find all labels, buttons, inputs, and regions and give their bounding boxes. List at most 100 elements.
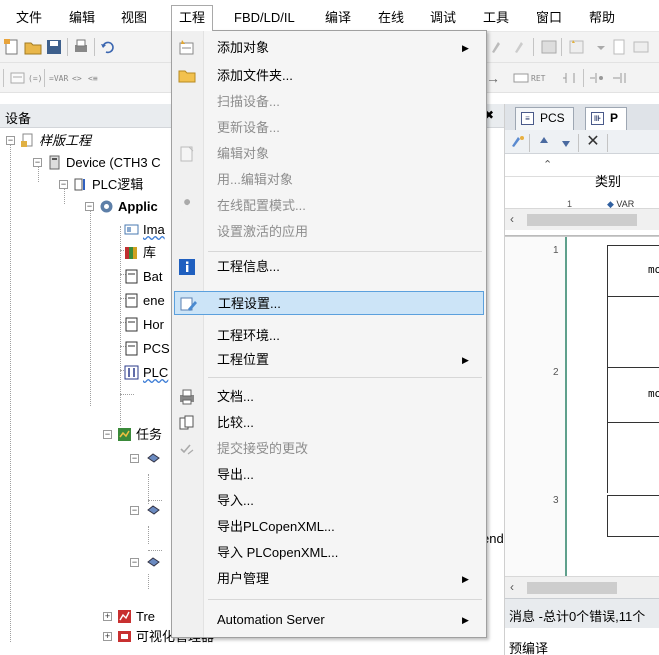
menu-item-set-active-application[interactable]: 设置激活的应用	[174, 220, 484, 244]
menu-item-automation-server[interactable]: Automation Server ▶	[174, 608, 484, 632]
tab-pcs-label: PCS	[540, 111, 565, 125]
menu-item-project-info[interactable]: 工程信息...	[174, 255, 484, 279]
open-project-icon[interactable]	[24, 38, 42, 56]
menu-item-edit-object-with[interactable]: 用...编辑对象	[174, 168, 484, 192]
menu-item-edit-object[interactable]: 编辑对象	[174, 142, 484, 166]
collapse-toggle[interactable]: −	[85, 202, 94, 211]
menu-debug[interactable]: 调试	[423, 5, 463, 31]
fbd-icon: ⊪	[591, 112, 604, 125]
trend-icon	[117, 609, 132, 624]
sort-chevron-icon[interactable]: ⌃	[543, 158, 552, 171]
collapse-toggle[interactable]: −	[130, 506, 139, 515]
collapse-toggle[interactable]: −	[33, 158, 42, 167]
horizontal-scrollbar[interactable]: ‹	[505, 576, 659, 598]
menu-item-export-plcopenxml[interactable]: 导出PLCopenXML...	[174, 515, 484, 539]
tree-node-project[interactable]: 样版工程	[20, 130, 91, 152]
menu-item-import-plcopenxml[interactable]: 导入 PLCopenXML...	[174, 541, 484, 565]
horizontal-scrollbar[interactable]: ‹	[505, 208, 659, 230]
network-number: 2	[553, 367, 559, 378]
menu-item-project-settings[interactable]: 工程设置...	[174, 291, 484, 315]
menu-item-add-object[interactable]: 添加对象 ▶	[174, 36, 484, 60]
collapse-toggle[interactable]: −	[103, 430, 112, 439]
menu-view[interactable]: 视图	[114, 5, 154, 31]
tree-node-pcs[interactable]: PCS	[124, 338, 170, 360]
menu-item-commit-accepted-changes[interactable]: 提交接受的更改	[174, 437, 484, 461]
submenu-arrow-icon: ▶	[462, 615, 469, 625]
tree-node-task-2[interactable]	[146, 499, 165, 521]
expand-toggle[interactable]: +	[103, 612, 112, 621]
tree-node-plc-logic[interactable]: PLC逻辑	[73, 174, 143, 196]
tree-node-task-config[interactable]: 任务	[117, 424, 162, 446]
menu-item-compare[interactable]: 比较...	[174, 411, 484, 435]
add-object-icon	[178, 39, 196, 57]
add-object-toolbar-icon	[568, 38, 586, 56]
collapse-toggle[interactable]: −	[6, 136, 15, 145]
menu-item-label: 添加对象	[217, 40, 270, 55]
expand-toggle[interactable]: +	[103, 632, 112, 641]
toolbar-separator	[607, 134, 608, 152]
menu-item-add-folder[interactable]: 添加文件夹...	[174, 64, 484, 88]
menu-edit[interactable]: 编辑	[62, 5, 102, 31]
tree-line	[148, 574, 149, 589]
tree-node-trend[interactable]: Tre	[117, 606, 155, 628]
menu-item-project-environment[interactable]: 工程环境...	[174, 324, 484, 348]
undo-icon[interactable]	[99, 38, 117, 56]
tree-node-plc-prg[interactable]: PLC	[124, 362, 168, 384]
visualization-manager-icon	[117, 629, 132, 644]
menu-item-label: 提交接受的更改	[217, 441, 309, 456]
menu-window[interactable]: 窗口	[529, 5, 569, 31]
fbd-editor-area: 1 mo 2 mo 3	[505, 236, 659, 577]
messages-bar[interactable]: 消息 -总计0个错误,11个	[505, 598, 659, 628]
tree-node-application[interactable]: Applic	[99, 196, 158, 218]
menu-item-scan-devices[interactable]: 扫描设备...	[174, 90, 484, 114]
menu-item-label: Automation Server	[217, 612, 325, 627]
tree-node-ene[interactable]: ene	[124, 290, 165, 312]
tree-label-device: Device (CTH3 C	[66, 155, 161, 170]
add-variable-icon[interactable]	[509, 133, 527, 151]
tab-plc-prg[interactable]: ⊪ P	[585, 107, 628, 130]
menu-tools[interactable]: 工具	[476, 5, 516, 31]
image-pool-icon	[124, 222, 139, 237]
collapse-toggle[interactable]: −	[130, 454, 139, 463]
menu-build[interactable]: 编译	[318, 5, 358, 31]
tree-node-device[interactable]: Device (CTH3 C	[47, 152, 161, 174]
scrollbar-thumb[interactable]	[527, 214, 637, 226]
menu-item-documentation[interactable]: 文档...	[174, 385, 484, 409]
menu-help[interactable]: 帮助	[582, 5, 622, 31]
new-project-icon[interactable]	[3, 38, 21, 56]
column-header-category[interactable]: 类别	[595, 171, 621, 190]
tree-label-task-config: 任务	[136, 427, 163, 442]
tab-pcs[interactable]: ≡ PCS	[515, 107, 574, 130]
menu-item-update-device[interactable]: 更新设备...	[174, 116, 484, 140]
menu-item-project-location[interactable]: 工程位置 ▶	[174, 348, 484, 372]
tab-plc-prg-label: P	[610, 111, 619, 125]
print-icon[interactable]	[72, 38, 90, 56]
move-up-icon[interactable]	[535, 133, 553, 151]
scroll-left-icon[interactable]: ‹	[510, 580, 514, 594]
scrollbar-thumb[interactable]	[527, 582, 617, 594]
menu-item-user-management[interactable]: 用户管理 ▶	[174, 567, 484, 591]
menu-item-import[interactable]: 导入...	[174, 489, 484, 513]
menu-online[interactable]: 在线	[371, 5, 411, 31]
delete-icon[interactable]: ✕	[584, 133, 602, 151]
menu-item-label: 导入...	[217, 493, 254, 508]
save-icon[interactable]	[45, 38, 63, 56]
menu-fbd-ld-il[interactable]: FBD/LD/IL	[227, 5, 302, 31]
menu-item-export[interactable]: 导出...	[174, 463, 484, 487]
collapse-toggle[interactable]: −	[59, 180, 68, 189]
collapse-toggle[interactable]: −	[130, 558, 139, 567]
tree-node-task-1[interactable]	[146, 447, 165, 469]
tree-node-bat[interactable]: Bat	[124, 266, 163, 288]
tree-node-hor[interactable]: Hor	[124, 314, 164, 336]
menu-item-label: 用...编辑对象	[217, 172, 293, 187]
menu-file[interactable]: 文件	[9, 5, 49, 31]
move-down-icon[interactable]	[557, 133, 575, 151]
toolbar-separator	[583, 69, 584, 87]
tree-node-image-pool[interactable]: Ima	[124, 219, 165, 241]
scroll-left-icon[interactable]: ‹	[510, 212, 514, 226]
menu-item-online-config-mode[interactable]: 在线配置模式...	[174, 194, 484, 218]
tree-node-library[interactable]: 库	[124, 242, 156, 264]
menu-project[interactable]: 工程	[171, 5, 214, 31]
network-3-box[interactable]	[607, 495, 659, 537]
tree-node-task-3[interactable]	[146, 551, 165, 573]
